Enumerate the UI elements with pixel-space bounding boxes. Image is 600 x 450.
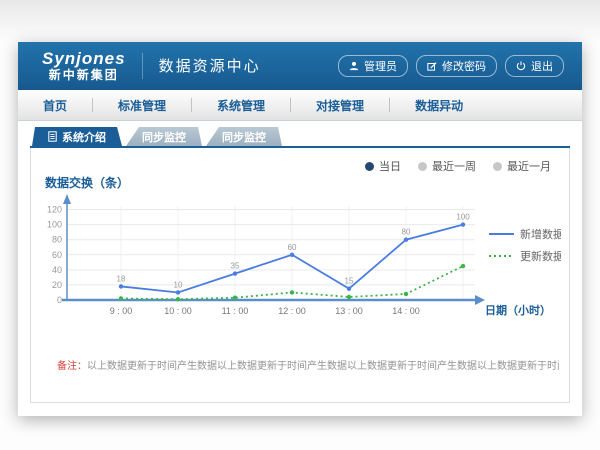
svg-text:14 : 00: 14 : 00 [392,306,420,316]
line-chart: 0 20 40 60 80 100 120 9 : 00 10 : 00 11 : 00 12 : … [37,188,561,338]
document-icon [48,131,57,142]
radio-last-month[interactable]: 最近一月 [493,158,551,174]
company-logo: Synjones 新中新集团 [42,50,126,82]
radio-label: 最近一周 [432,158,476,174]
svg-text:18: 18 [117,274,126,283]
radio-label: 当日 [379,158,401,174]
svg-text:10 : 00: 10 : 00 [164,306,192,316]
svg-text:0: 0 [57,295,62,305]
tab-sync-monitor-2[interactable]: 同步监控 [206,127,282,146]
content-area: 系统介绍 同步监控 同步监控 当日 最近一周 [18,121,582,403]
svg-text:80: 80 [52,235,62,245]
svg-text:日期（小时）: 日期（小时） [485,303,551,317]
svg-text:更新数据: 更新数据 [520,249,561,263]
user-icon [349,61,359,71]
svg-text:10: 10 [174,280,183,289]
svg-text:20: 20 [52,280,62,290]
logo-wordmark: Synjones [42,50,126,69]
svg-text:60: 60 [52,250,62,260]
logout-label: 退出 [531,58,553,74]
svg-text:60: 60 [288,243,297,252]
edit-icon [427,61,437,71]
current-user-label: 管理员 [364,58,397,74]
svg-text:9 : 00: 9 : 00 [110,306,133,316]
nav-item-standard-mgmt[interactable]: 标准管理 [93,97,191,114]
page-title: 数据资源中心 [142,53,261,79]
chart-panel: 当日 最近一周 最近一月 数据交换（条） 0204060801001209 : … [30,148,570,403]
radio-dot-selected [365,162,374,171]
footnote-prefix: 备注： [57,361,87,372]
tab-bar: 系统介绍 同步监控 同步监控 [32,127,570,146]
svg-text:12 : 00: 12 : 00 [278,306,306,316]
svg-text:120: 120 [47,205,62,215]
backdrop-gradient [0,0,600,42]
radio-dot [493,162,502,171]
nav-item-data-change[interactable]: 数据异动 [390,97,488,114]
change-password-label: 修改密码 [442,58,486,74]
nav-item-interface-mgmt[interactable]: 对接管理 [291,97,389,114]
radio-today[interactable]: 当日 [365,158,401,174]
main-nav: 首页 标准管理 系统管理 对接管理 数据异动 [18,90,582,121]
svg-text:新增数据: 新增数据 [520,227,561,241]
footnote: 备注：以上数据更新于时间产生数据以上数据更新于时间产生数据以上数据更新于时间产生… [57,357,559,372]
current-user-button[interactable]: 管理员 [338,55,408,77]
tab-sync-monitor-1[interactable]: 同步监控 [126,127,202,146]
radio-label: 最近一月 [507,158,551,174]
header-actions: 管理员 修改密码 退出 [338,55,564,77]
radio-dot [418,162,427,171]
change-password-button[interactable]: 修改密码 [416,55,497,77]
screenshot-root: { "header": { "logo_main": "Synjones", "… [0,0,600,450]
logout-button[interactable]: 退出 [505,55,564,77]
svg-text:100: 100 [47,220,62,230]
power-icon [516,61,526,71]
svg-text:15: 15 [345,277,354,286]
svg-text:13 : 00: 13 : 00 [335,306,363,316]
svg-text:35: 35 [231,262,240,271]
logo-chinese-name: 新中新集团 [42,69,126,82]
time-range-filter: 当日 最近一周 最近一月 [365,158,551,174]
svg-text:11 : 00: 11 : 00 [222,306,249,316]
tab-label: 同步监控 [222,129,266,145]
tab-label: 同步监控 [142,129,186,145]
svg-text:40: 40 [52,265,62,275]
nav-item-home[interactable]: 首页 [18,97,92,114]
radio-last-week[interactable]: 最近一周 [418,158,476,174]
svg-text:100: 100 [456,213,470,222]
tab-label: 系统介绍 [62,129,106,145]
svg-text:80: 80 [402,228,411,237]
nav-item-system-mgmt[interactable]: 系统管理 [192,97,290,114]
page-card: Synjones 新中新集团 数据资源中心 管理员 修改密码 [18,42,582,416]
footnote-text: 以上数据更新于时间产生数据以上数据更新于时间产生数据以上数据更新于时间产生数据以… [87,361,559,372]
tab-system-intro[interactable]: 系统介绍 [32,127,122,146]
app-header: Synjones 新中新集团 数据资源中心 管理员 修改密码 [18,42,582,90]
